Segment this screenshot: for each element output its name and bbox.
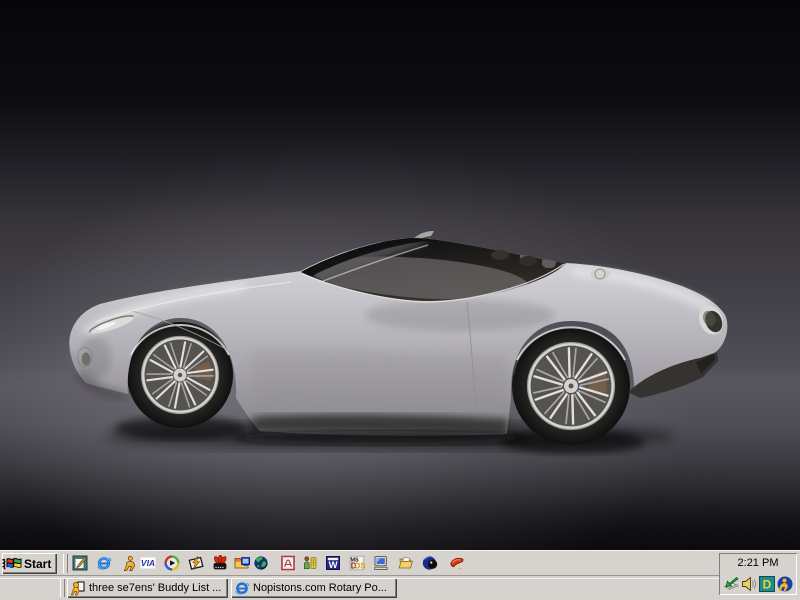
svg-text:OS: OS	[354, 562, 365, 571]
svg-text:VIA: VIA	[141, 558, 155, 568]
svg-text:W: W	[329, 560, 338, 571]
svg-text:D: D	[763, 578, 772, 592]
